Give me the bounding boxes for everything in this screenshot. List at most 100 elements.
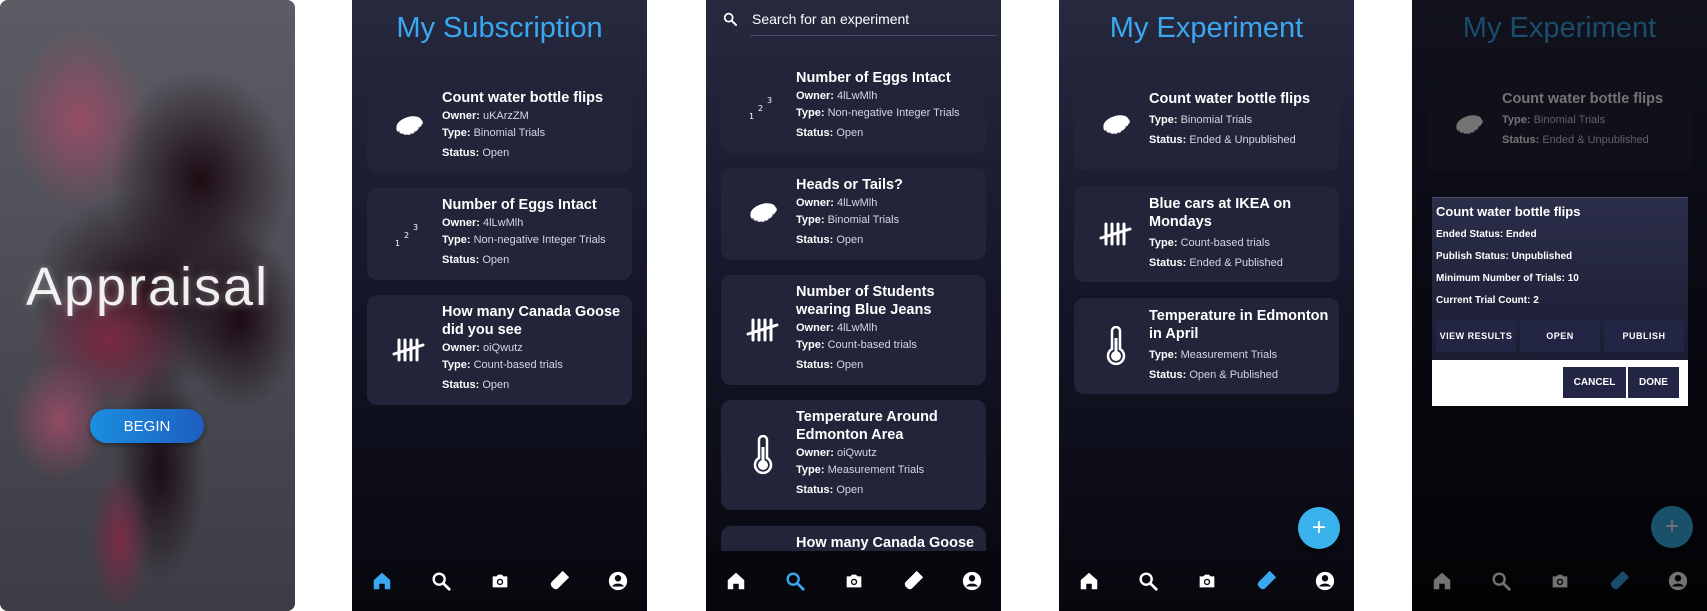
card-title: How many Canada Goose: [796, 535, 975, 551]
experiment-card[interactable]: Number of Eggs Intact Owner: 4lLwMlh Typ…: [721, 61, 986, 153]
card-title: Count water bottle flips: [1149, 91, 1311, 107]
dialog-content: Count water bottle flips Ended Status: E…: [1432, 197, 1688, 361]
status-value: Open: [482, 147, 510, 159]
page-title: My Subscription: [396, 12, 603, 44]
home-icon[interactable]: [1078, 570, 1100, 592]
status-label: Status:: [1149, 369, 1187, 381]
card-title: Number of Eggs Intact: [796, 70, 951, 86]
coin-icon: [1096, 106, 1136, 146]
trial-count-value: 2: [1533, 295, 1539, 306]
status-label: Status:: [796, 234, 834, 246]
status-value: Ended & Unpublished: [1189, 134, 1296, 146]
flask-icon[interactable]: [1255, 570, 1277, 592]
profile-icon[interactable]: [607, 570, 629, 592]
search-input[interactable]: Search for an experiment: [752, 11, 909, 27]
owner-label: Owner:: [442, 342, 480, 354]
type-value: Count-based trials: [1180, 237, 1270, 249]
experiment-card[interactable]: Temperature Around Edmonton Area Owner: …: [721, 400, 986, 510]
numbers-icon: [389, 214, 429, 254]
camera-icon[interactable]: [843, 570, 865, 592]
bottom-nav: [1059, 551, 1354, 611]
publish-status-label: Publish Status:: [1436, 251, 1509, 262]
experiment-card[interactable]: Count water bottle flips Owner: uKArzZM …: [367, 81, 632, 173]
status-value: Open: [482, 379, 510, 391]
search-icon: [722, 11, 738, 27]
publish-button[interactable]: PUBLISH: [1604, 320, 1684, 352]
done-button[interactable]: DONE: [1628, 367, 1679, 398]
publish-status-value: Unpublished: [1511, 251, 1573, 262]
type-label: Type:: [442, 234, 471, 246]
trial-count-row: Current Trial Count: 2: [1436, 295, 1539, 306]
owner-label: Owner:: [796, 197, 834, 209]
coin-icon: [389, 107, 429, 147]
search-icon[interactable]: [430, 570, 452, 592]
status-value: Open: [836, 234, 864, 246]
status-label: Status:: [796, 127, 834, 139]
search-underline: [750, 35, 996, 36]
type-value: Binomial Trials: [473, 127, 546, 139]
begin-button[interactable]: BEGIN: [90, 409, 204, 443]
min-trials-label: Minimum Number of Trials:: [1436, 273, 1565, 284]
ended-status-value: Ended: [1506, 229, 1537, 240]
search-bar[interactable]: Search for an experiment: [714, 8, 996, 36]
home-icon[interactable]: [371, 570, 393, 592]
type-value: Measurement Trials: [827, 464, 925, 476]
experiment-card[interactable]: Count water bottle flips Type: Binomial …: [1074, 81, 1339, 171]
status-label: Status:: [796, 359, 834, 371]
owner-label: Owner:: [442, 110, 480, 122]
status-value: Open: [836, 359, 864, 371]
experiment-card[interactable]: Number of Students wearing Blue Jeans Ow…: [721, 275, 986, 385]
min-trials-value: 10: [1567, 273, 1579, 284]
view-results-button[interactable]: VIEW RESULTS: [1436, 320, 1516, 352]
open-button[interactable]: OPEN: [1520, 320, 1600, 352]
type-label: Type:: [442, 359, 471, 371]
cancel-button[interactable]: CANCEL: [1563, 367, 1626, 398]
subscription-screen: My Subscription Count water bottle flips…: [352, 0, 647, 611]
search-icon[interactable]: [1137, 570, 1159, 592]
tally-icon: [743, 310, 783, 350]
flask-icon[interactable]: [548, 570, 570, 592]
owner-value: uKArzZM: [482, 110, 529, 122]
owner-value: 4lLwMlh: [836, 90, 878, 102]
card-title: How many Canada Goose did you see: [442, 304, 621, 338]
home-icon[interactable]: [725, 570, 747, 592]
card-title: Temperature in Edmonton in April: [1149, 308, 1329, 342]
experiment-screen: My Experiment Count water bottle flips T…: [1059, 0, 1354, 611]
type-value: Non-negative Integer Trials: [827, 107, 960, 119]
coin-icon: [743, 194, 783, 234]
type-label: Type:: [796, 339, 825, 351]
owner-label: Owner:: [796, 90, 834, 102]
tally-icon: [1096, 214, 1136, 254]
type-value: Binomial Trials: [827, 214, 900, 226]
experiment-card[interactable]: How many Canada Goose did you see Owner:…: [367, 295, 632, 405]
card-title: Number of Students wearing Blue Jeans: [796, 284, 935, 318]
card-title: Temperature Around Edmonton Area: [796, 409, 938, 443]
add-experiment-button[interactable]: +: [1298, 507, 1340, 549]
search-icon[interactable]: [784, 570, 806, 592]
status-value: Ended & Published: [1189, 257, 1283, 269]
experiment-card[interactable]: Blue cars at IKEA on Mondays Type: Count…: [1074, 186, 1339, 282]
type-value: Binomial Trials: [1180, 114, 1253, 126]
camera-icon[interactable]: [1196, 570, 1218, 592]
type-label: Type:: [1149, 237, 1178, 249]
profile-icon[interactable]: [961, 570, 983, 592]
camera-icon[interactable]: [489, 570, 511, 592]
type-value: Count-based trials: [827, 339, 917, 351]
experiment-card[interactable]: Heads or Tails? Owner: 4lLwMlh Type: Bin…: [721, 168, 986, 260]
status-value: Open: [836, 484, 864, 496]
status-label: Status:: [442, 254, 480, 266]
owner-value: 4lLwMlh: [836, 322, 878, 334]
trial-count-label: Current Trial Count:: [1436, 295, 1531, 306]
flask-icon[interactable]: [902, 570, 924, 592]
type-label: Type:: [796, 214, 825, 226]
status-label: Status:: [442, 147, 480, 159]
profile-icon[interactable]: [1314, 570, 1336, 592]
experiment-card[interactable]: Temperature in Edmonton in April Type: M…: [1074, 298, 1339, 394]
experiment-dialog-screen: My Experiment Count water bottle flips T…: [1412, 0, 1707, 611]
experiment-card[interactable]: Number of Eggs Intact Owner: 4lLwMlh Typ…: [367, 188, 632, 280]
type-label: Type:: [796, 107, 825, 119]
thermometer-icon: [1096, 326, 1136, 366]
bottom-nav: [706, 551, 1001, 611]
type-label: Type:: [796, 464, 825, 476]
search-screen: Search for an experiment Number of Eggs …: [706, 0, 1001, 611]
